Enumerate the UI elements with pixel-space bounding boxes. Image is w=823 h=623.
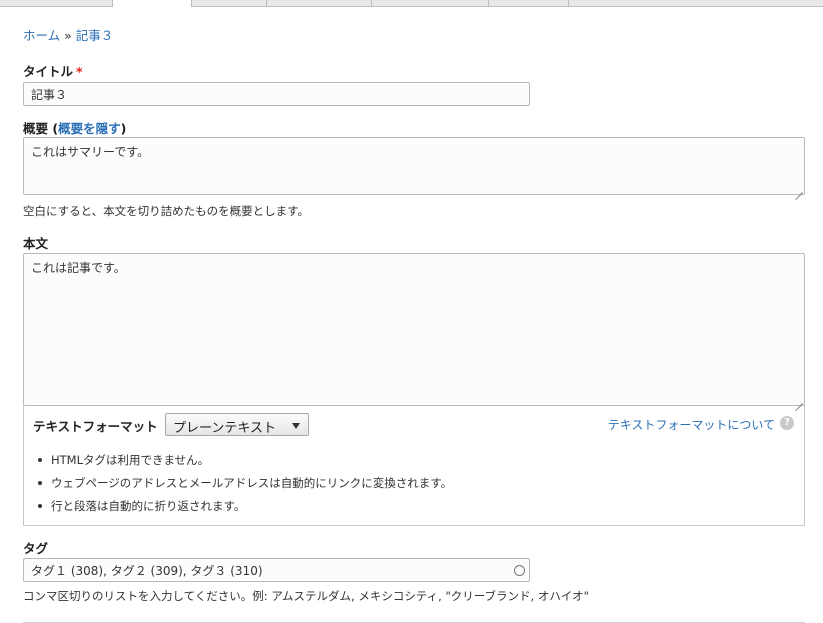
text-format-tips: HTMLタグは利用できません。 ウェブページのアドレスとメールアドレスは自動的に… [33, 452, 452, 521]
body-label: 本文 [23, 236, 49, 251]
tags-description: コンマ区切りのリストを入力してください。例: アムステルダム, メキシコシティ,… [23, 589, 589, 603]
tags-label: タグ [23, 541, 49, 556]
text-format-select[interactable]: プレーンテキスト [165, 413, 309, 436]
autocomplete-throbber-icon [514, 565, 525, 576]
summary-label-text: 概要 [23, 121, 49, 136]
tab-4[interactable] [266, 0, 372, 6]
breadcrumb-home-link[interactable]: ホーム [23, 28, 60, 43]
title-label-text: タイトル [23, 64, 74, 79]
breadcrumb: ホーム » 記事３ [23, 25, 113, 44]
breadcrumb-current-link[interactable]: 記事３ [76, 28, 114, 43]
tab-6[interactable] [488, 0, 569, 6]
list-item: ウェブページのアドレスとメールアドレスは自動的にリンクに変換されます。 [33, 475, 452, 498]
summary-description: 空白にすると、本文を切り詰めたものを概要とします。 [23, 204, 310, 218]
hide-summary-link[interactable]: 概要を隠す [58, 121, 121, 136]
breadcrumb-separator: » [64, 28, 72, 43]
list-item: HTMLタグは利用できません。 [33, 452, 452, 475]
text-format-about-link[interactable]: テキストフォーマットについて [608, 416, 775, 433]
body-textarea[interactable]: これは記事です。 [23, 253, 805, 406]
summary-resize-handle[interactable] [795, 185, 803, 193]
tab-active[interactable] [112, 0, 192, 7]
title-label: タイトル * [23, 61, 83, 80]
tags-input[interactable] [23, 558, 530, 582]
summary-label: 概要 (概要を隠す) [23, 118, 126, 137]
required-mark: * [76, 64, 83, 79]
body-resize-handle[interactable] [795, 396, 803, 404]
text-format-selected: プレーンテキスト [173, 421, 276, 436]
summary-textarea[interactable]: これはサマリーです。 [23, 137, 805, 195]
tab-1[interactable] [0, 0, 112, 6]
triangle-down-icon [292, 423, 300, 429]
tab-3[interactable] [191, 0, 267, 6]
tab-strip [0, 0, 823, 7]
tab-5[interactable] [371, 0, 489, 6]
text-format-label: テキストフォーマット [33, 419, 158, 434]
list-item: 行と段落は自動的に折り返されます。 [33, 498, 452, 521]
question-mark-icon[interactable]: ? [780, 416, 794, 430]
summary-paren-close: ) [120, 121, 127, 136]
title-input[interactable] [23, 82, 530, 106]
